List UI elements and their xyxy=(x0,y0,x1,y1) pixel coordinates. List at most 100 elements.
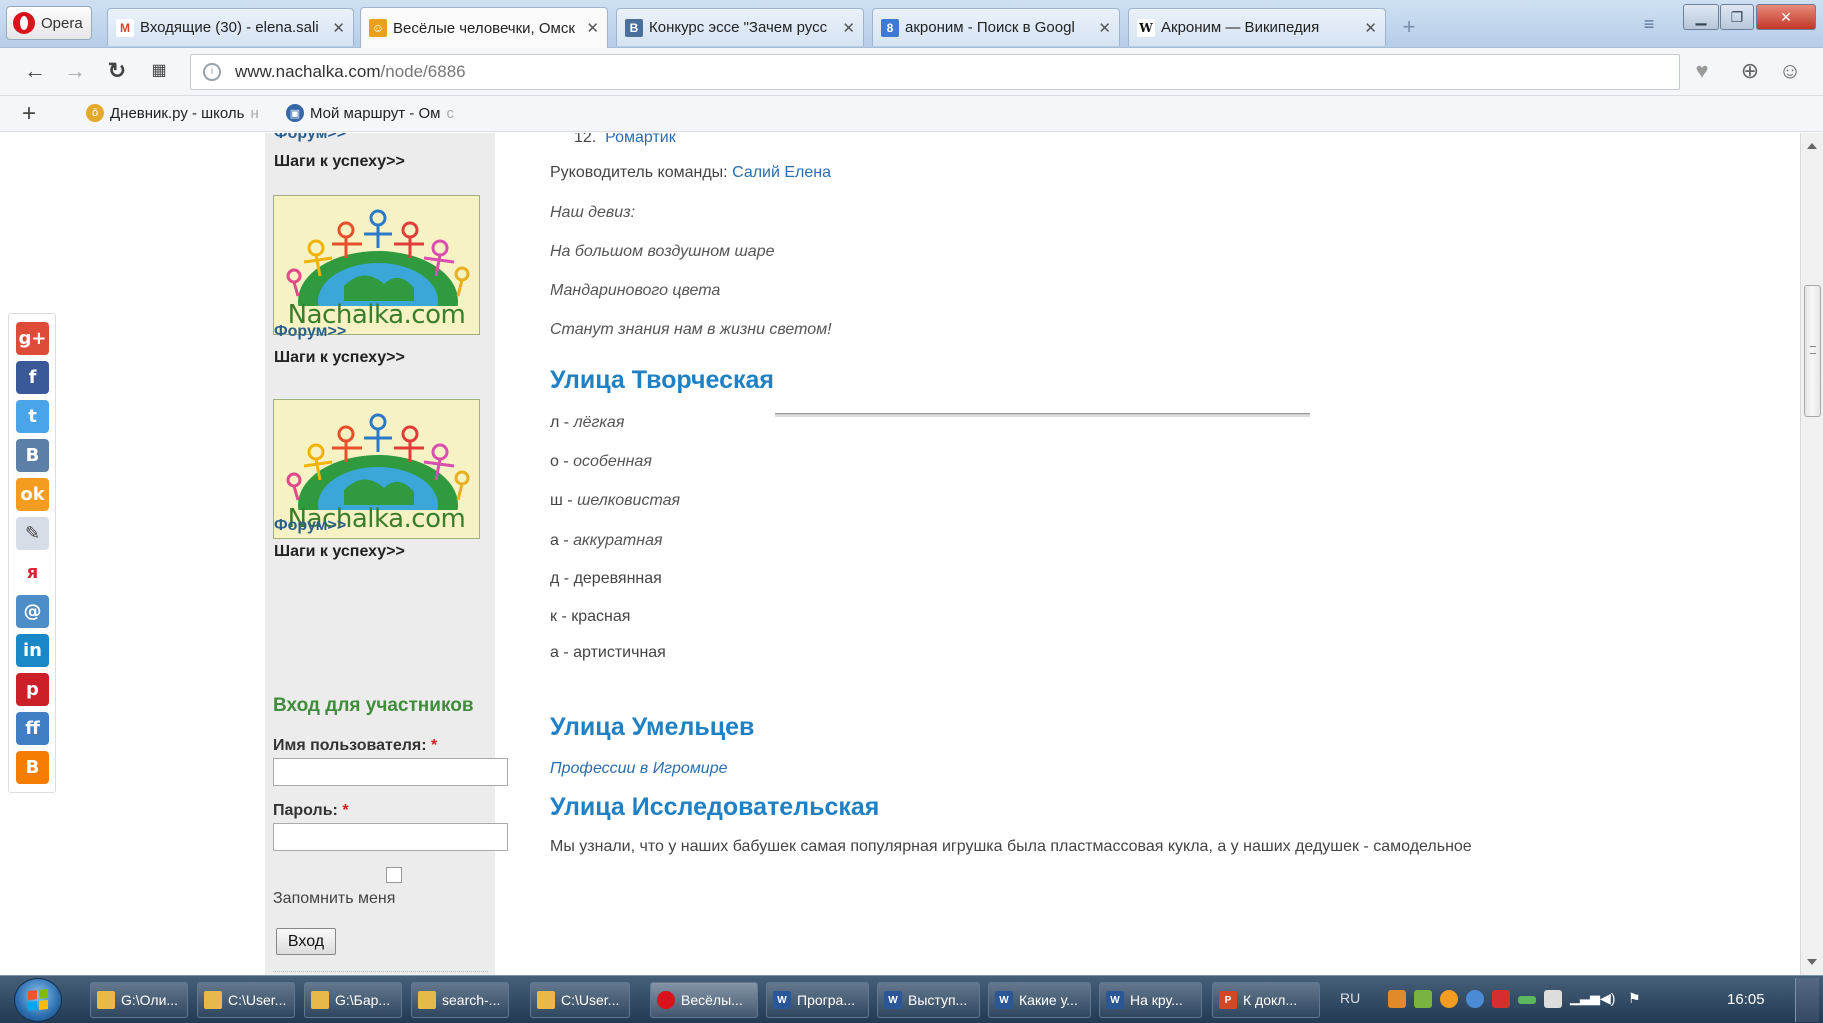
taskbar-item[interactable]: C:\User... xyxy=(530,982,630,1018)
pinterest-icon[interactable]: p xyxy=(16,673,49,706)
start-button[interactable] xyxy=(14,978,62,1022)
acrostic-word: особенная xyxy=(573,453,652,470)
tab-gmail[interactable]: M Входящие (30) - elena.sali ✕ xyxy=(107,8,354,46)
tab-google[interactable]: 8 акроним - Поиск в Googl ✕ xyxy=(872,8,1120,46)
back-arrow-icon[interactable]: ← xyxy=(22,60,48,84)
acrostic-letter: о xyxy=(550,453,559,470)
remember-me-checkbox[interactable] xyxy=(386,867,402,883)
nachalka-banner[interactable]: Nachalka.com xyxy=(273,195,480,335)
vkontakte-icon[interactable]: В xyxy=(16,439,49,472)
tab-wikipedia[interactable]: W Акроним — Википедия ✕ xyxy=(1128,8,1386,46)
language-indicator[interactable]: RU xyxy=(1340,990,1360,1006)
forward-arrow-icon[interactable]: → xyxy=(62,60,88,84)
required-mark: * xyxy=(342,802,349,819)
tray-app-icon[interactable] xyxy=(1440,990,1458,1008)
taskbar-item[interactable]: W На кру... xyxy=(1099,982,1202,1018)
show-desktop-button[interactable] xyxy=(1795,978,1819,1022)
browser-tab-bar: Opera M Входящие (30) - elena.sali ✕ ☺ В… xyxy=(0,0,1823,48)
taskbar-item[interactable]: G:\Бар... xyxy=(304,982,402,1018)
username-input[interactable] xyxy=(273,758,508,786)
tab-nachalka[interactable]: ☺ Весёлые человечки, Омск ✕ xyxy=(360,7,608,48)
grip-icon xyxy=(1810,346,1816,354)
linkedin-icon[interactable]: in xyxy=(16,634,49,667)
mailru-icon[interactable]: @ xyxy=(16,595,49,628)
tab-menu-icon[interactable]: ≡ xyxy=(1636,14,1662,34)
tab-title: Весёлые человечки, Омск xyxy=(393,19,575,37)
taskbar-item[interactable]: P К докл... xyxy=(1212,982,1320,1018)
livejournal-icon[interactable]: ✎ xyxy=(16,517,49,550)
forum-link[interactable]: Форум>> xyxy=(274,133,346,143)
close-icon[interactable]: ✕ xyxy=(842,19,855,37)
scroll-up-icon[interactable] xyxy=(1807,143,1817,149)
tray-app-icon[interactable] xyxy=(1414,990,1432,1008)
friendfeed-icon[interactable]: ff xyxy=(16,712,49,745)
forum-link[interactable]: Форум>> xyxy=(274,517,346,535)
bookmark-moi-marshrut[interactable]: ▣ Мой маршрут - Ом с xyxy=(286,104,454,122)
twitter-icon[interactable]: t xyxy=(16,400,49,433)
add-bookmark-plus-icon[interactable]: + xyxy=(22,100,36,128)
login-submit-button[interactable]: Вход xyxy=(276,928,336,955)
list-item-link[interactable]: Ромартик xyxy=(605,133,676,146)
moikrug-icon[interactable]: я xyxy=(16,556,49,589)
divider xyxy=(273,971,488,972)
heart-bookmark-icon[interactable]: ♥ xyxy=(1688,58,1716,86)
taskbar-item[interactable]: W Какие у... xyxy=(988,982,1091,1018)
speed-dial-grid-icon[interactable]: ▦ xyxy=(146,60,172,84)
vertical-scrollbar[interactable] xyxy=(1800,133,1823,975)
battery-icon[interactable] xyxy=(1518,996,1536,1004)
taskbar-item-label: G:\Оли... xyxy=(121,992,179,1008)
folder-icon xyxy=(97,991,115,1009)
action-center-flag-icon[interactable]: ⚑ xyxy=(1628,990,1646,1008)
taskbar-item[interactable]: G:\Оли... xyxy=(90,982,188,1018)
scroll-thumb[interactable] xyxy=(1804,285,1821,417)
tray-app-icon[interactable] xyxy=(1492,990,1510,1008)
maximize-button[interactable]: ❐ xyxy=(1720,4,1754,30)
street-heading: Улица Исследовательская xyxy=(550,793,880,821)
bookmark-label-fade: с xyxy=(446,104,454,122)
password-input[interactable] xyxy=(273,823,508,851)
scroll-down-icon[interactable] xyxy=(1807,959,1817,965)
professions-link[interactable]: Профессии в Игромире xyxy=(550,760,728,778)
taskbar-item[interactable]: search-... xyxy=(411,982,509,1018)
leader-label: Руководитель команды: xyxy=(550,164,728,181)
blogger-icon[interactable]: B xyxy=(16,751,49,784)
forum-link[interactable]: Форум>> xyxy=(274,323,346,341)
steps-link[interactable]: Шаги к успеху>> xyxy=(274,543,405,561)
bookmark-dnevnik[interactable]: ǒ Дневник.ру - школь н xyxy=(86,104,259,122)
taskbar-item[interactable]: Весёлы... xyxy=(650,982,758,1018)
opera-menu-button[interactable]: Opera xyxy=(6,6,92,40)
steps-link[interactable]: Шаги к успеху>> xyxy=(274,153,405,171)
address-field[interactable]: i www.nachalka.com/node/6886 xyxy=(190,54,1680,90)
motto-line: На большом воздушном шаре xyxy=(550,243,775,260)
bookmarks-bar: + ǒ Дневник.ру - школь н ▣ Мой маршрут - … xyxy=(0,96,1823,132)
page-margin-right xyxy=(1535,133,1800,975)
network-icon[interactable] xyxy=(1544,990,1562,1008)
tray-app-icon[interactable] xyxy=(1388,990,1406,1008)
reload-icon[interactable]: ↻ xyxy=(104,60,130,84)
account-icon[interactable]: ☺ xyxy=(1776,58,1804,86)
clock[interactable]: 16:05 xyxy=(1727,991,1765,1008)
google-plus-icon[interactable]: g+ xyxy=(16,322,49,355)
volume-icon[interactable]: ◀) xyxy=(1600,990,1618,1008)
taskbar-item[interactable]: C:\User... xyxy=(197,982,295,1018)
chrome-icon[interactable] xyxy=(1466,990,1484,1008)
username-label-text: Имя пользователя: xyxy=(273,737,427,754)
close-icon[interactable]: ✕ xyxy=(586,19,599,37)
close-icon[interactable]: ✕ xyxy=(1098,19,1111,37)
close-window-button[interactable]: ✕ xyxy=(1756,4,1816,30)
tab-vk[interactable]: В Конкурс эссе "Зачем русс ✕ xyxy=(616,8,864,46)
site-info-icon[interactable]: i xyxy=(203,63,221,81)
facebook-icon[interactable]: f xyxy=(16,361,49,394)
odnoklassniki-icon[interactable]: ok xyxy=(16,478,49,511)
leader-name-link[interactable]: Салий Елена xyxy=(732,164,831,181)
close-icon[interactable]: ✕ xyxy=(332,19,345,37)
close-icon[interactable]: ✕ xyxy=(1364,19,1377,37)
motto-line: Мандаринового цвета xyxy=(550,282,721,299)
taskbar-item[interactable]: W Выступ... xyxy=(877,982,980,1018)
steps-link[interactable]: Шаги к успеху>> xyxy=(274,349,405,367)
download-icon[interactable]: ⊕ xyxy=(1736,58,1764,86)
taskbar-item[interactable]: W Програ... xyxy=(766,982,869,1018)
signal-icon[interactable]: ▁▃▅ xyxy=(1570,990,1600,1008)
new-tab-plus-icon[interactable]: + xyxy=(1397,16,1421,40)
minimize-button[interactable]: ▁ xyxy=(1683,4,1719,30)
